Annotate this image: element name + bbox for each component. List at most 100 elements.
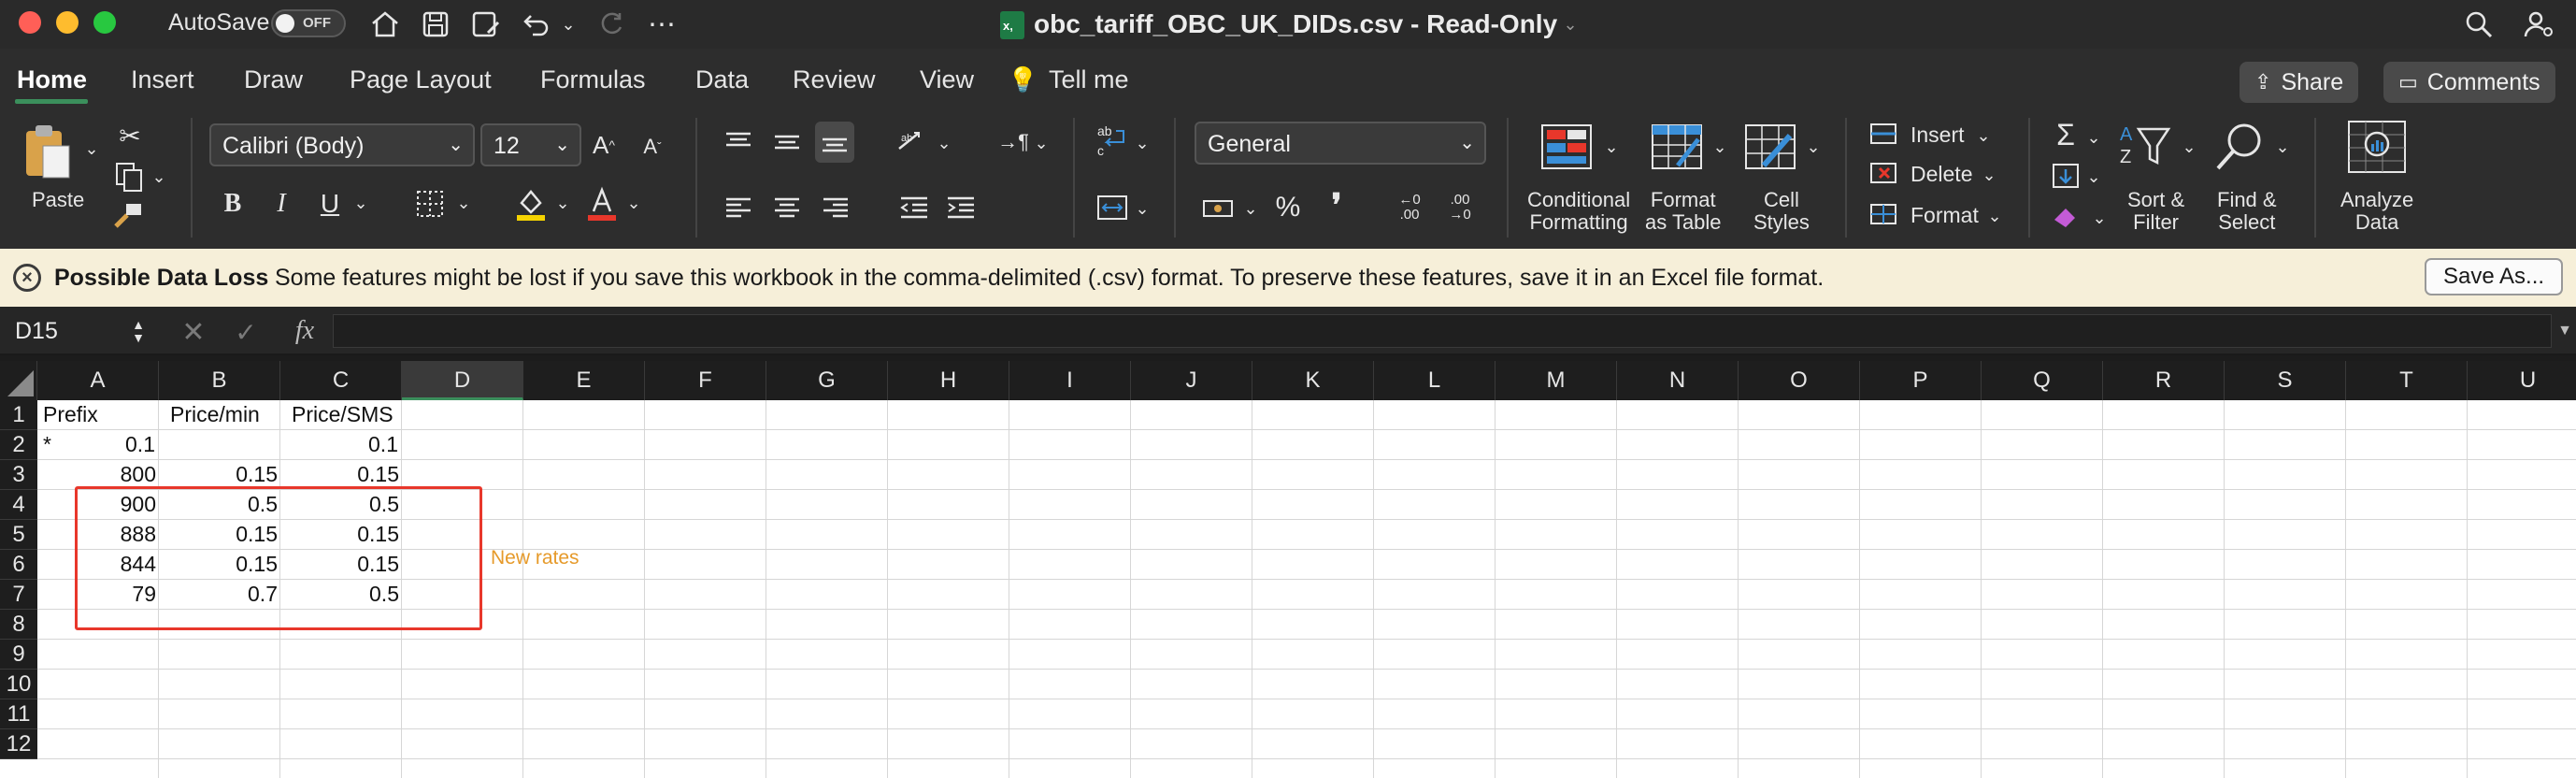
zoom-window-button[interactable] [93,11,116,34]
autosum-dropdown-icon[interactable]: ⌄ [2084,123,2103,151]
undo-dropdown-icon[interactable]: ⌄ [559,7,578,41]
column-header-i[interactable]: I [1009,361,1131,400]
format-as-table-icon[interactable] [1649,122,1705,172]
undo-icon[interactable] [520,7,553,41]
format-cells-dropdown-icon[interactable]: ⌄ [1985,202,2004,230]
underline-icon[interactable]: U [314,187,346,221]
account-icon[interactable] [2520,7,2557,41]
align-top-icon[interactable] [722,125,755,159]
orientation-icon[interactable]: ab [894,125,931,159]
insert-cells-icon[interactable] [1868,120,1899,148]
column-header-b[interactable]: B [159,361,280,400]
fill-color-dropdown-icon[interactable]: ⌄ [553,189,572,217]
align-middle-icon[interactable] [770,125,804,159]
column-header-j[interactable]: J [1131,361,1252,400]
minimize-window-button[interactable] [56,11,79,34]
format-cells-label[interactable]: Format [1911,204,1979,226]
close-message-icon[interactable]: × [13,264,41,292]
merge-center-dropdown-icon[interactable]: ⌄ [1133,194,1152,223]
comments-button[interactable]: ▭ Comments [2383,62,2555,103]
increase-decimal-icon[interactable]: ←0.00 [1389,189,1430,226]
cell-c1[interactable]: Price/SMS [292,402,394,427]
conditional-formatting-icon[interactable] [1538,122,1595,172]
fill-dropdown-icon[interactable]: ⌄ [2084,163,2103,191]
fill-color-icon[interactable] [512,185,550,223]
cell-a1[interactable]: Prefix [43,402,98,427]
tab-home[interactable]: Home [17,65,87,94]
title-chevron-down-icon[interactable]: ⌄ [1561,7,1580,41]
increase-font-size-icon[interactable]: A ^ [587,129,621,161]
insert-cells-dropdown-icon[interactable]: ⌄ [1974,122,1993,150]
column-header-k[interactable]: K [1252,361,1374,400]
home-icon[interactable] [368,7,402,41]
conditional-formatting-dropdown-icon[interactable]: ⌄ [1602,133,1621,161]
tab-formulas[interactable]: Formulas [540,65,646,94]
merge-center-icon[interactable] [1094,189,1131,226]
row-header-8[interactable]: 8 [0,610,37,640]
clear-dropdown-icon[interactable]: ⌄ [2090,204,2109,232]
decrease-decimal-icon[interactable]: .00 →0 [1439,189,1481,226]
column-header-s[interactable]: S [2225,361,2346,400]
column-header-p[interactable]: P [1860,361,1982,400]
analyze-data-icon[interactable] [2344,118,2410,176]
column-header-o[interactable]: O [1739,361,1860,400]
font-name-select[interactable]: Calibri (Body) ⌄ [209,123,475,166]
format-painter-icon[interactable] [112,200,144,232]
cell-a2[interactable]: * [43,432,51,457]
align-bottom-icon[interactable] [815,122,854,163]
cell-c3[interactable]: 0.15 [282,462,399,487]
cancel-entry-icon[interactable]: ✕ [178,316,209,348]
tab-insert[interactable]: Insert [131,65,194,94]
font-color-dropdown-icon[interactable]: ⌄ [624,189,643,217]
number-format-select[interactable]: General ⌄ [1195,122,1486,165]
cell-b1[interactable]: Price/min [170,402,260,427]
wrap-text-dropdown-icon[interactable]: ⌄ [1133,129,1152,157]
tab-page-layout[interactable]: Page Layout [350,65,492,94]
row-header-11[interactable]: 11 [0,699,37,729]
decrease-font-size-icon[interactable]: Aˇ [636,131,669,163]
italic-icon[interactable]: I [265,187,297,221]
row-header-10[interactable]: 10 [0,670,37,699]
find-select-dropdown-icon[interactable]: ⌄ [2273,133,2292,161]
more-icon[interactable]: ⋯ [645,7,679,41]
fill-icon[interactable] [2049,159,2082,193]
cell-c2[interactable]: 0.1 [368,432,398,457]
row-header-12[interactable]: 12 [0,729,37,759]
tab-draw[interactable]: Draw [244,65,303,94]
paragraph-direction-icon[interactable]: →¶ [995,125,1032,159]
align-right-icon[interactable] [819,191,852,224]
accounting-format-dropdown-icon[interactable]: ⌄ [1241,194,1260,223]
formula-input[interactable] [333,314,2552,348]
cell-b3[interactable]: 0.15 [161,462,278,487]
column-header-m[interactable]: M [1496,361,1617,400]
tab-review[interactable]: Review [793,65,876,94]
borders-icon[interactable] [411,187,449,221]
delete-cells-dropdown-icon[interactable]: ⌄ [1980,161,1998,189]
column-header-t[interactable]: T [2346,361,2468,400]
percent-icon[interactable]: % [1271,189,1305,226]
paragraph-direction-dropdown-icon[interactable]: ⌄ [1032,129,1051,157]
insert-function-icon[interactable]: fx [286,314,323,348]
close-window-button[interactable] [19,11,41,34]
column-header-q[interactable]: Q [1982,361,2103,400]
copy-dropdown-icon[interactable]: ⌄ [150,163,168,191]
align-center-icon[interactable] [770,191,804,224]
paste-icon[interactable] [19,120,75,185]
column-header-c[interactable]: C [280,361,402,400]
sort-filter-dropdown-icon[interactable]: ⌄ [2180,133,2198,161]
format-as-table-dropdown-icon[interactable]: ⌄ [1710,133,1729,161]
clear-icon[interactable] [2049,200,2082,234]
name-box-stepper-icon[interactable]: ▲ ▼ [127,314,150,348]
column-header-r[interactable]: R [2103,361,2225,400]
tab-view[interactable]: View [920,65,974,94]
cell-a3[interactable]: 800 [0,462,156,487]
increase-indent-icon[interactable] [944,191,978,224]
tell-me-search[interactable]: Tell me [1049,65,1129,94]
align-left-icon[interactable] [722,191,755,224]
delete-cells-label[interactable]: Delete [1911,163,1972,185]
delete-cells-icon[interactable] [1868,159,1899,187]
row-header-2[interactable]: 2 [0,430,37,460]
find-select-icon[interactable] [2211,120,2268,174]
save-as-button[interactable]: Save As... [2425,258,2563,295]
redo-icon[interactable] [594,7,628,41]
